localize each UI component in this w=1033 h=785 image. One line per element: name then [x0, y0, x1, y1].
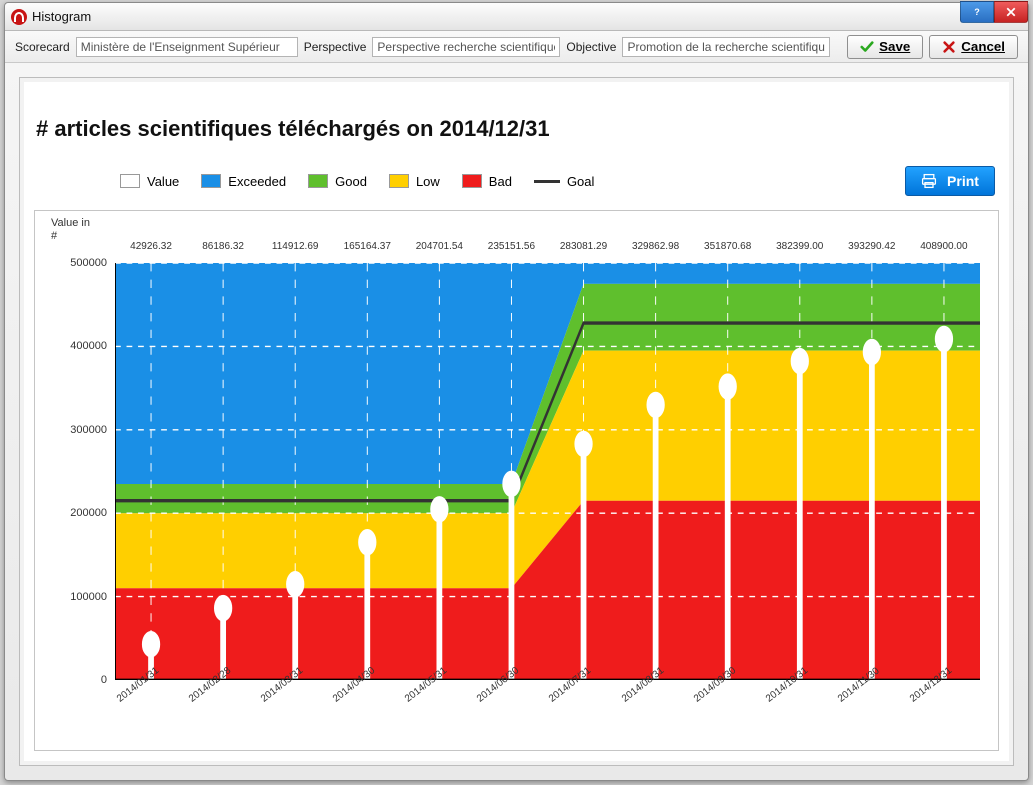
cancel-button-label: Cancel: [961, 39, 1005, 54]
save-button[interactable]: Save: [847, 35, 923, 59]
legend-low-label: Low: [416, 174, 440, 189]
value-label: 42926.32: [115, 241, 187, 257]
legend-good: Good: [308, 174, 367, 189]
window-help-button[interactable]: ?: [960, 1, 994, 23]
value-label: 408900.00: [908, 241, 980, 257]
legend-goal-label: Goal: [567, 174, 594, 189]
print-button-label: Print: [947, 173, 979, 189]
legend-exceeded-label: Exceeded: [228, 174, 286, 189]
value-label: 165164.37: [331, 241, 403, 257]
swatch-low: [389, 174, 409, 188]
y-tick-label: 100000: [70, 591, 107, 603]
y-tick-label: 300000: [70, 424, 107, 436]
legend-value: Value: [120, 174, 179, 189]
toolbar: Scorecard Perspective Objective Save Can…: [5, 31, 1028, 63]
value-label: 86186.32: [187, 241, 259, 257]
legend-good-label: Good: [335, 174, 367, 189]
check-icon: [860, 40, 874, 54]
value-labels-row: 42926.3286186.32114912.69165164.37204701…: [115, 241, 980, 257]
chart-svg: [115, 263, 980, 680]
print-icon: [921, 173, 937, 189]
legend-bad: Bad: [462, 174, 512, 189]
swatch-exceeded: [201, 174, 221, 188]
plot-area: [115, 263, 980, 680]
swatch-bad: [462, 174, 482, 188]
value-label: 382399.00: [764, 241, 836, 257]
window-close-button[interactable]: [994, 1, 1028, 23]
value-label: 329862.98: [620, 241, 692, 257]
y-tick-label: 400000: [70, 340, 107, 352]
y-tick-label: 200000: [70, 507, 107, 519]
value-label: 283081.29: [547, 241, 619, 257]
swatch-value: [120, 174, 140, 188]
perspective-label: Perspective: [304, 40, 367, 54]
svg-text:?: ?: [974, 7, 980, 17]
app-icon: [11, 9, 27, 25]
value-label: 393290.42: [836, 241, 908, 257]
legend-value-label: Value: [147, 174, 179, 189]
y-tick-label: 0: [101, 674, 107, 686]
titlebar: Histogram ?: [5, 3, 1028, 31]
y-tick-label: 500000: [70, 257, 107, 269]
value-label: 351870.68: [692, 241, 764, 257]
close-icon: [942, 40, 956, 54]
value-label: 235151.56: [475, 241, 547, 257]
perspective-input[interactable]: [372, 37, 560, 57]
legend: Value Exceeded Good Low Bad Goal: [34, 160, 999, 210]
legend-exceeded: Exceeded: [201, 174, 286, 189]
value-label: 204701.54: [403, 241, 475, 257]
swatch-goal-line: [534, 180, 560, 183]
legend-bad-label: Bad: [489, 174, 512, 189]
scorecard-label: Scorecard: [15, 40, 70, 54]
content-panel: # articles scientifiques téléchargés on …: [19, 77, 1014, 766]
y-ticks: 0100000200000300000400000500000: [63, 263, 111, 680]
legend-low: Low: [389, 174, 440, 189]
save-button-label: Save: [879, 39, 910, 54]
x-ticks: 2014/01/312014/02/282014/03/312014/04/30…: [115, 686, 980, 746]
swatch-good: [308, 174, 328, 188]
window-title: Histogram: [32, 9, 91, 24]
y-axis-label: Value in#: [51, 217, 90, 243]
chart-area: Value in# 42926.3286186.32114912.6916516…: [34, 210, 999, 751]
cancel-button[interactable]: Cancel: [929, 35, 1018, 59]
objective-label: Objective: [566, 40, 616, 54]
legend-goal: Goal: [534, 174, 594, 189]
objective-input[interactable]: [622, 37, 830, 57]
print-button[interactable]: Print: [905, 166, 995, 196]
chart-title: # articles scientifiques téléchargés on …: [36, 116, 999, 142]
scorecard-input[interactable]: [76, 37, 298, 57]
value-label: 114912.69: [259, 241, 331, 257]
